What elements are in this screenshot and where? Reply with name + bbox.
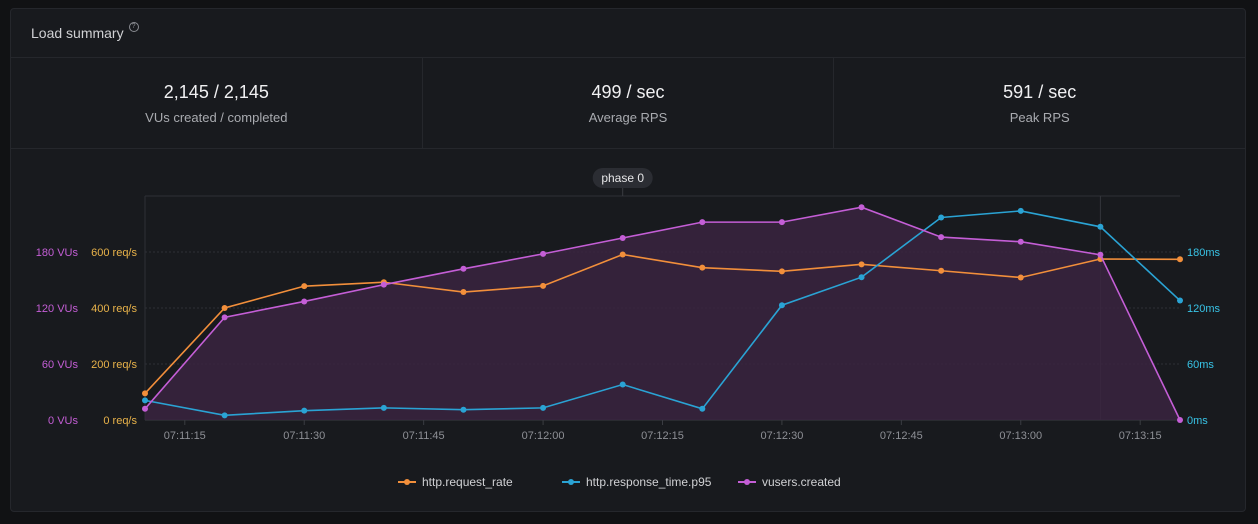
data-point	[619, 235, 626, 241]
y-tick-req: 600 req/s	[91, 247, 137, 259]
y-tick-ms: 60ms	[1187, 359, 1214, 371]
data-point	[221, 412, 228, 419]
data-point	[460, 289, 467, 296]
data-point	[1097, 223, 1104, 230]
data-point	[301, 407, 308, 414]
data-point	[938, 234, 945, 241]
x-tick-label: 07:12:45	[880, 430, 923, 442]
data-point	[1097, 251, 1104, 258]
y-tick-vus: 180 VUs	[36, 247, 79, 259]
x-tick-label: 07:11:45	[403, 430, 445, 442]
data-point	[699, 264, 706, 271]
data-point	[142, 390, 148, 397]
data-point	[380, 281, 387, 288]
x-tick-label: 07:13:00	[999, 430, 1042, 442]
legend-marker	[568, 479, 574, 485]
data-point	[619, 381, 626, 388]
phase-label: phase 0	[601, 171, 644, 185]
data-point	[301, 298, 308, 305]
data-point	[142, 397, 148, 404]
y-tick-ms: 180ms	[1187, 247, 1221, 259]
data-point	[460, 406, 467, 413]
vusers-area	[145, 207, 1180, 420]
data-point	[1017, 274, 1024, 281]
y-tick-req: 400 req/s	[91, 303, 137, 315]
y-tick-req: 0 req/s	[103, 415, 137, 427]
y-tick-vus: 60 VUs	[42, 359, 79, 371]
data-point	[142, 405, 148, 412]
data-point	[540, 250, 547, 257]
y-tick-vus: 0 VUs	[48, 415, 78, 427]
data-point	[301, 283, 308, 290]
data-point	[778, 302, 785, 309]
x-tick-label: 07:11:15	[164, 430, 206, 442]
y-tick-ms: 120ms	[1187, 303, 1221, 315]
data-point	[380, 404, 387, 411]
y-tick-req: 200 req/s	[91, 359, 137, 371]
data-point	[858, 274, 865, 281]
data-point	[1177, 256, 1183, 263]
data-point	[858, 261, 865, 268]
y-tick-ms: 0ms	[1187, 415, 1208, 427]
data-point	[699, 405, 706, 412]
data-point	[1177, 417, 1183, 423]
load-chart: phase 0 0 VUs 60 VUs 120 VUs 180 VUs 0 req/s 2…	[36, 168, 1221, 489]
data-point	[619, 251, 626, 258]
data-point	[1017, 238, 1024, 245]
x-tick-label: 07:12:30	[761, 430, 804, 442]
data-point	[778, 219, 785, 226]
x-tick-label: 07:13:15	[1119, 430, 1162, 442]
data-point	[938, 214, 945, 221]
legend-label: http.request_rate	[422, 475, 513, 489]
y-tick-vus: 120 VUs	[36, 303, 79, 315]
legend-label: http.response_time.p95	[586, 475, 712, 489]
legend-label: vusers.created	[762, 475, 841, 489]
data-point	[699, 219, 706, 226]
data-point	[858, 204, 865, 211]
data-point	[221, 314, 228, 321]
x-tick-label: 07:11:30	[283, 430, 325, 442]
data-point	[540, 404, 547, 411]
data-point	[1177, 297, 1183, 304]
data-point	[778, 268, 785, 275]
legend-marker	[744, 479, 750, 485]
x-tick-label: 07:12:00	[522, 430, 565, 442]
x-tick-label: 07:12:15	[641, 430, 684, 442]
data-point	[221, 305, 228, 311]
data-point	[460, 265, 467, 272]
data-point	[540, 282, 547, 289]
data-point	[1017, 207, 1024, 214]
data-point	[938, 267, 945, 274]
legend-marker	[404, 479, 410, 485]
